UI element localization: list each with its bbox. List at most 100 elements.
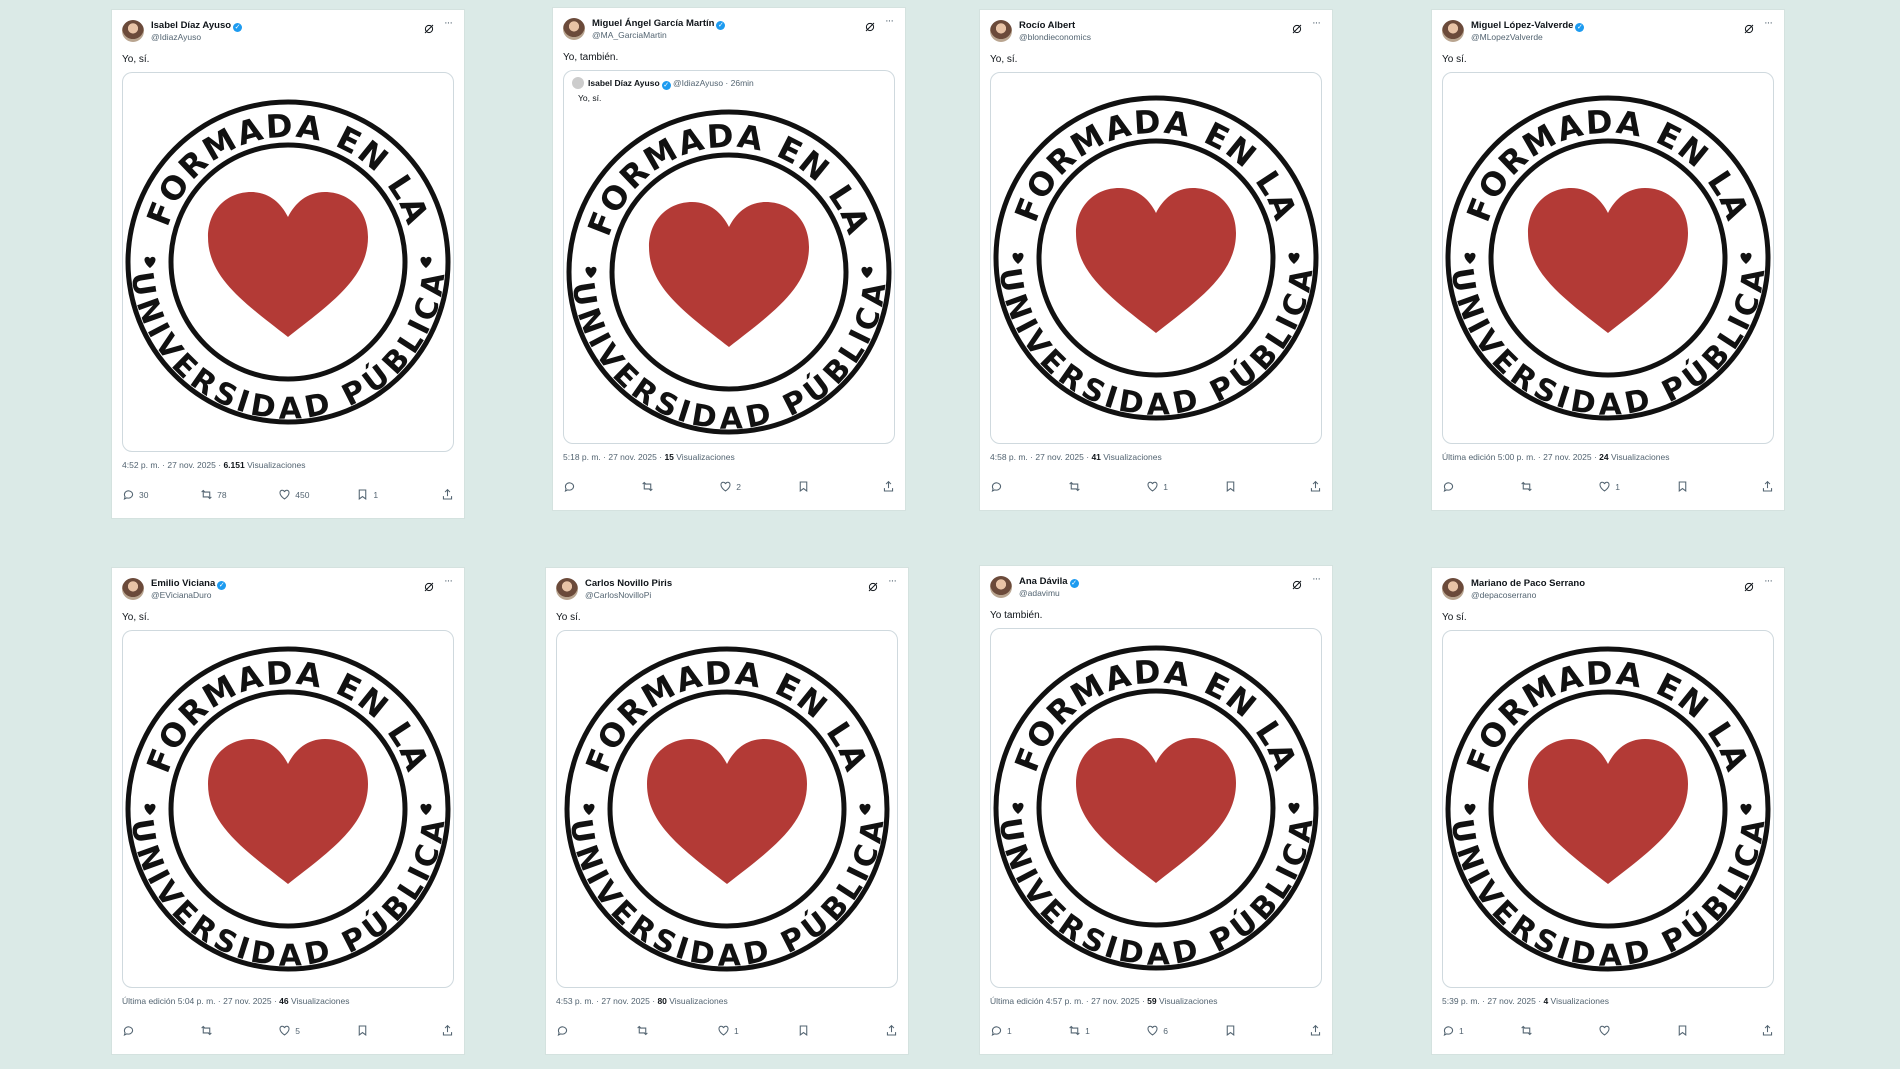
tweet-card[interactable]: Miguel López-Valverde ✓ @MLopezValverde ···…: [1432, 10, 1784, 510]
tweet-media[interactable]: FORMADA EN LA UNIVERSIDAD PÚBLICA: [122, 630, 454, 988]
grok-icon[interactable]: [865, 19, 875, 32]
like-button[interactable]: 1: [717, 1024, 739, 1037]
repost-button[interactable]: [641, 480, 658, 493]
tweet-meta[interactable]: 5:18 p. m. · 27 nov. 2025 · 15 Visualiza…: [563, 452, 735, 462]
author-name[interactable]: Miguel Ángel García Martín ✓: [592, 18, 726, 30]
author-handle[interactable]: @IdiazAyuso: [151, 32, 201, 42]
reply-button[interactable]: [122, 1024, 139, 1037]
bookmark-button[interactable]: [797, 480, 814, 493]
bookmark-button[interactable]: [356, 1024, 373, 1037]
avatar[interactable]: [1442, 20, 1464, 42]
avatar[interactable]: [122, 20, 144, 42]
share-button[interactable]: [1761, 480, 1774, 493]
tweet-meta[interactable]: 4:52 p. m. · 27 nov. 2025 · 6.151 Visual…: [122, 460, 306, 470]
repost-button[interactable]: [1520, 480, 1537, 493]
tweet-card[interactable]: Isabel Díaz Ayuso ✓ @IdiazAyuso ··· Yo, sí. F…: [112, 10, 464, 518]
avatar[interactable]: [122, 578, 144, 600]
author-name[interactable]: Carlos Novillo Piris: [585, 578, 672, 589]
share-button[interactable]: [1761, 1024, 1774, 1037]
tweet-card[interactable]: Rocío Albert @blondieconomics ··· Yo, sí. FO…: [980, 10, 1332, 510]
share-button[interactable]: [882, 480, 895, 493]
author-handle[interactable]: @adavimu: [1019, 588, 1060, 598]
reply-button[interactable]: 30: [122, 488, 148, 501]
grok-icon[interactable]: [424, 21, 434, 34]
grok-icon[interactable]: [1744, 21, 1754, 34]
grok-icon[interactable]: [868, 579, 878, 592]
tweet-card[interactable]: Mariano de Paco Serrano @depacoserrano ···…: [1432, 568, 1784, 1054]
repost-button[interactable]: [1520, 1024, 1537, 1037]
tweet-media[interactable]: FORMADA EN LA UNIVERSIDAD PÚBLICA: [1442, 630, 1774, 988]
share-button[interactable]: [885, 1024, 898, 1037]
tweet-meta[interactable]: 4:58 p. m. · 27 nov. 2025 · 41 Visualiza…: [990, 452, 1162, 462]
author-handle[interactable]: @blondieconomics: [1019, 32, 1091, 42]
bookmark-button[interactable]: [1676, 1024, 1693, 1037]
more-options-icon[interactable]: ···: [1312, 17, 1321, 29]
avatar[interactable]: [1442, 578, 1464, 600]
like-button[interactable]: 2: [719, 480, 741, 493]
like-button[interactable]: [1598, 1024, 1615, 1037]
repost-button[interactable]: 78: [200, 488, 227, 501]
tweet-media[interactable]: FORMADA EN LA UNIVERSIDAD PÚBLICA: [122, 72, 454, 452]
share-button[interactable]: [441, 488, 454, 501]
more-options-icon[interactable]: ···: [888, 575, 897, 587]
tweet-media[interactable]: FORMADA EN LA UNIVERSIDAD PÚBLICA: [556, 630, 898, 988]
repost-button[interactable]: [200, 1024, 217, 1037]
tweet-media[interactable]: FORMADA EN LA UNIVERSIDAD PÚBLICA: [1442, 72, 1774, 444]
share-button[interactable]: [441, 1024, 454, 1037]
bookmark-button[interactable]: [797, 1024, 814, 1037]
tweet-card[interactable]: Carlos Novillo Piris @CarlosNovilloPi ··· Y…: [546, 568, 908, 1054]
grok-icon[interactable]: [424, 579, 434, 592]
tweet-media[interactable]: FORMADA EN LA UNIVERSIDAD PÚBLICA: [990, 72, 1322, 444]
grok-icon[interactable]: [1292, 21, 1302, 34]
quoted-tweet[interactable]: Isabel Díaz Ayuso ✓ @IdiazAyuso · 26min Yo…: [563, 70, 895, 444]
like-button[interactable]: 1: [1146, 480, 1168, 493]
avatar[interactable]: [556, 578, 578, 600]
like-button[interactable]: 450: [278, 488, 309, 501]
like-button[interactable]: 1: [1598, 480, 1620, 493]
tweet-meta[interactable]: 5:39 p. m. · 27 nov. 2025 · 4 Visualizac…: [1442, 996, 1609, 1006]
repost-button[interactable]: 1: [1068, 1024, 1090, 1037]
more-options-icon[interactable]: ···: [1312, 573, 1321, 585]
more-options-icon[interactable]: ···: [444, 17, 453, 29]
share-button[interactable]: [1309, 480, 1322, 493]
more-options-icon[interactable]: ···: [1764, 17, 1773, 29]
like-button[interactable]: 5: [278, 1024, 300, 1037]
bookmark-button[interactable]: 1: [356, 488, 378, 501]
tweet-media[interactable]: FORMADA EN LA UNIVERSIDAD PÚBLICA: [990, 628, 1322, 988]
repost-button[interactable]: [636, 1024, 653, 1037]
author-name[interactable]: Miguel López-Valverde ✓: [1471, 20, 1585, 32]
tweet-card[interactable]: Emilio Viciana ✓ @EVicianaDuro ··· Yo, sí. FO…: [112, 568, 464, 1054]
author-handle[interactable]: @CarlosNovilloPi: [585, 590, 651, 600]
avatar[interactable]: [990, 576, 1012, 598]
author-handle[interactable]: @MLopezValverde: [1471, 32, 1543, 42]
tweet-meta[interactable]: Última edición 5:04 p. m. · 27 nov. 2025…: [122, 996, 349, 1006]
author-handle[interactable]: @depacoserrano: [1471, 590, 1536, 600]
avatar[interactable]: [990, 20, 1012, 42]
reply-button[interactable]: 1: [990, 1024, 1012, 1037]
author-handle[interactable]: @MA_GarciaMartin: [592, 30, 667, 40]
reply-button[interactable]: 1: [1442, 1024, 1464, 1037]
more-options-icon[interactable]: ···: [885, 15, 894, 27]
bookmark-button[interactable]: [1676, 480, 1693, 493]
more-options-icon[interactable]: ···: [444, 575, 453, 587]
reply-button[interactable]: [563, 480, 580, 493]
author-name[interactable]: Ana Dávila ✓: [1019, 576, 1079, 588]
reply-button[interactable]: [1442, 480, 1459, 493]
bookmark-button[interactable]: [1224, 480, 1241, 493]
avatar[interactable]: [563, 18, 585, 40]
author-name[interactable]: Mariano de Paco Serrano: [1471, 578, 1585, 589]
tweet-meta[interactable]: Última edición 4:57 p. m. · 27 nov. 2025…: [990, 996, 1217, 1006]
repost-button[interactable]: [1068, 480, 1085, 493]
author-handle[interactable]: @EVicianaDuro: [151, 590, 211, 600]
tweet-meta[interactable]: 4:53 p. m. · 27 nov. 2025 · 80 Visualiza…: [556, 996, 728, 1006]
bookmark-button[interactable]: [1224, 1024, 1241, 1037]
author-name[interactable]: Rocío Albert: [1019, 20, 1075, 31]
grok-icon[interactable]: [1744, 579, 1754, 592]
tweet-card[interactable]: Ana Dávila ✓ @adavimu ··· Yo también. FORMADA…: [980, 566, 1332, 1054]
reply-button[interactable]: [556, 1024, 573, 1037]
share-button[interactable]: [1309, 1024, 1322, 1037]
tweet-meta[interactable]: Última edición 5:00 p. m. · 27 nov. 2025…: [1442, 452, 1669, 462]
tweet-card[interactable]: Miguel Ángel García Martín ✓ @MA_GarciaMar…: [553, 8, 905, 510]
reply-button[interactable]: [990, 480, 1007, 493]
more-options-icon[interactable]: ···: [1764, 575, 1773, 587]
